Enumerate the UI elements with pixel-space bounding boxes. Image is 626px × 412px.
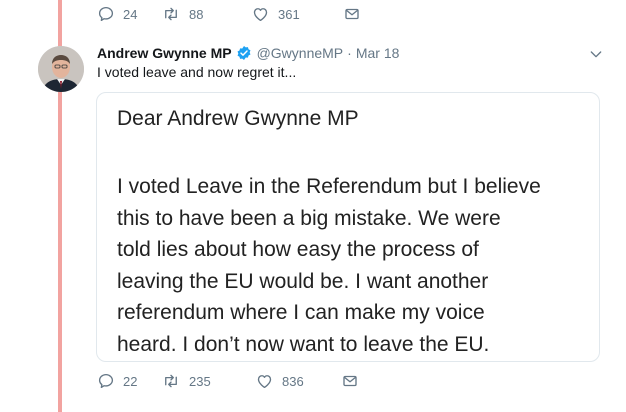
reply-count: 24 (123, 6, 138, 22)
like-icon (253, 8, 268, 22)
direct-message-button[interactable] (343, 5, 361, 23)
letter-line: I voted Leave in the Referendum but I be… (117, 175, 541, 198)
verified-badge (236, 45, 252, 61)
reply-icon (98, 6, 114, 22)
letter-body: I voted Leave in the Referendum but I be… (117, 171, 597, 360)
chevron-down-icon (590, 51, 602, 58)
reply-button[interactable]: 24 (97, 5, 161, 23)
letter-line: leaving the EU would be. I want another (117, 269, 489, 293)
like-count: 361 (278, 6, 300, 22)
reply-button[interactable]: 22 (97, 372, 161, 390)
letter-line: told lies about how easy the process of (117, 238, 479, 261)
like-button[interactable]: 361 (251, 5, 343, 23)
letter-line: heard. I don’t now want to leave the EU. (117, 332, 490, 356)
tweet-header: Andrew Gwynne MP @GwynneMP · Mar 18 (97, 43, 586, 63)
direct-message-icon (345, 8, 359, 20)
retweet-count: 88 (189, 6, 204, 22)
letter-line: this to have been a big mistake. We were (117, 206, 501, 230)
author-handle[interactable]: @GwynneMP (257, 45, 344, 61)
retweet-icon (165, 374, 177, 388)
tweet-text: I voted leave and now regret it... (97, 64, 297, 80)
avatar[interactable] (38, 46, 84, 92)
header-separator: · (347, 45, 352, 61)
direct-message-button[interactable] (341, 372, 359, 390)
tweet-options-button[interactable] (588, 46, 604, 67)
retweet-count: 235 (189, 373, 211, 389)
letter-greeting: Dear Andrew Gwynne MP (117, 107, 359, 130)
tweet-date[interactable]: Mar 18 (356, 45, 400, 61)
reply-count: 22 (123, 373, 138, 389)
direct-message-icon (343, 375, 357, 387)
previous-tweet-actions: 24 88 361 (97, 5, 361, 23)
like-count: 836 (282, 373, 304, 389)
author-name[interactable]: Andrew Gwynne MP (97, 45, 232, 61)
retweet-button[interactable]: 88 (161, 5, 251, 23)
like-button[interactable]: 836 (255, 372, 341, 390)
retweet-button[interactable]: 235 (161, 372, 255, 390)
letter-line: referendum where I can make my voice (117, 301, 485, 324)
verified-badge-icon (237, 46, 251, 60)
tweet-image-card[interactable]: Dear Andrew Gwynne MP I voted Leave in t… (96, 92, 600, 362)
reply-icon (98, 373, 114, 389)
tweet-actions: 22 235 836 (97, 372, 359, 390)
like-icon (257, 375, 272, 389)
author-photo (38, 46, 84, 92)
retweet-icon (165, 7, 177, 21)
